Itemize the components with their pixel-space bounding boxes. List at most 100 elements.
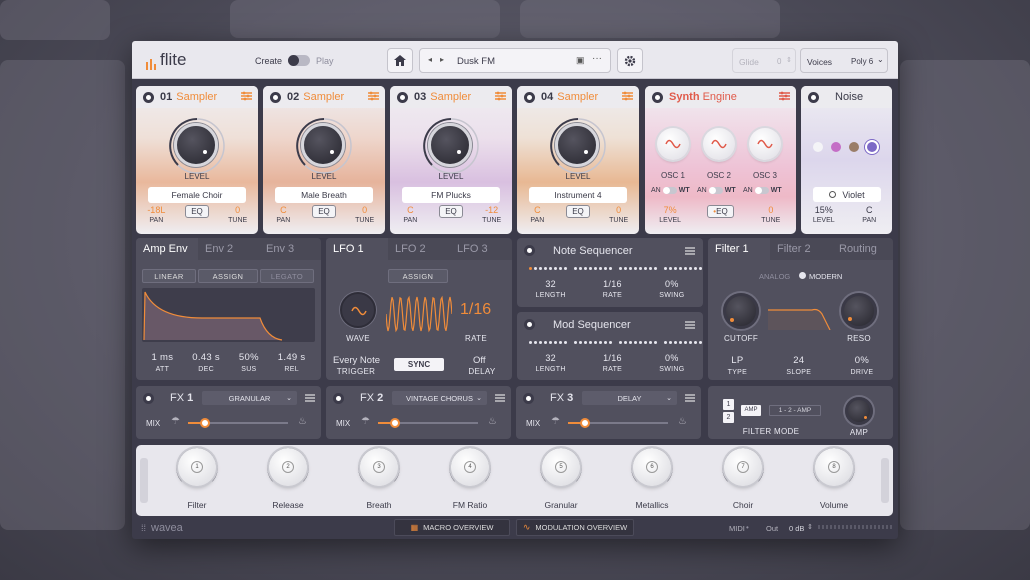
step-dot[interactable] bbox=[599, 341, 602, 344]
route-box-1[interactable]: 1 bbox=[723, 399, 734, 410]
sliders-icon[interactable] bbox=[368, 91, 379, 101]
env-param-value[interactable]: 1 ms bbox=[151, 352, 173, 363]
sample-name-box[interactable]: Male Breath bbox=[275, 187, 373, 203]
step-dot[interactable] bbox=[634, 341, 637, 344]
modern-label[interactable]: MODERN bbox=[809, 272, 842, 281]
next-preset-icon[interactable]: ▸ bbox=[440, 55, 444, 64]
mod-seq-power-button[interactable] bbox=[524, 319, 535, 330]
step-dot[interactable] bbox=[594, 267, 597, 270]
step-dot[interactable] bbox=[539, 267, 542, 270]
create-play-toggle[interactable] bbox=[288, 55, 310, 66]
env-param-value[interactable]: 50% bbox=[239, 352, 259, 363]
step-dot[interactable] bbox=[594, 341, 597, 344]
step-dot[interactable] bbox=[619, 267, 622, 270]
sliders-icon[interactable] bbox=[622, 91, 633, 101]
mix-slider-handle[interactable] bbox=[200, 418, 210, 428]
eq-button[interactable]: EQ bbox=[439, 205, 463, 218]
fx-type-select[interactable]: VINTAGE CHORUS ⌄ bbox=[392, 391, 487, 405]
step-dot[interactable] bbox=[564, 341, 567, 344]
note-seq-power-button[interactable] bbox=[524, 245, 535, 256]
step-dot[interactable] bbox=[664, 267, 667, 270]
noise-power-button[interactable] bbox=[808, 92, 819, 103]
step-dot[interactable] bbox=[604, 341, 607, 344]
lfo-assign-button[interactable]: ASSIGN bbox=[388, 269, 448, 283]
assign-button[interactable]: ASSIGN bbox=[198, 269, 258, 283]
osc-knob-3[interactable] bbox=[749, 128, 781, 160]
eq-button[interactable]: EQ bbox=[566, 205, 590, 218]
step-dot[interactable] bbox=[584, 267, 587, 270]
macro-knob-7[interactable]: 7 bbox=[724, 448, 762, 486]
save-icon[interactable]: ▣ bbox=[576, 55, 585, 66]
prev-preset-icon[interactable]: ◂ bbox=[428, 55, 432, 64]
sample-name-box[interactable]: FM Plucks bbox=[402, 187, 500, 203]
macro-overview-button[interactable]: ▦ MACRO OVERVIEW bbox=[394, 519, 510, 536]
pan-value[interactable]: -18L bbox=[147, 205, 165, 215]
noise-color-swatch-4[interactable] bbox=[867, 142, 877, 152]
step-dot[interactable] bbox=[559, 341, 562, 344]
reso-knob[interactable] bbox=[841, 293, 877, 329]
delay-value[interactable]: Off bbox=[473, 355, 486, 366]
step-dot[interactable] bbox=[579, 267, 582, 270]
synth-tune[interactable]: 0 bbox=[768, 205, 773, 215]
tune-value[interactable]: 0 bbox=[235, 205, 240, 215]
step-dot[interactable] bbox=[639, 341, 642, 344]
sliders-icon[interactable] bbox=[779, 91, 790, 101]
step-dot[interactable] bbox=[534, 341, 537, 344]
osc-knob-1[interactable] bbox=[657, 128, 689, 160]
step-dot[interactable] bbox=[699, 267, 702, 270]
macro-knob-5[interactable]: 5 bbox=[542, 448, 580, 486]
more-icon[interactable]: ··· bbox=[592, 53, 602, 64]
linear-button[interactable]: LINEAR bbox=[142, 269, 196, 283]
note-seq-rate[interactable]: 1/16 bbox=[603, 279, 622, 289]
step-dot[interactable] bbox=[624, 267, 627, 270]
voices-control[interactable]: Voices Poly 6 ⌄ bbox=[800, 48, 888, 73]
step-dot[interactable] bbox=[694, 267, 697, 270]
route-box-amp[interactable]: AMP bbox=[741, 405, 761, 416]
tab-lfo-3[interactable]: LFO 3 bbox=[450, 238, 512, 260]
step-dot[interactable] bbox=[689, 341, 692, 344]
legato-button[interactable]: LEGATO bbox=[260, 269, 314, 283]
osc-mode-switch[interactable]: AN WT bbox=[651, 187, 690, 194]
envelope-graph[interactable] bbox=[142, 288, 315, 342]
noise-color-swatch-3[interactable] bbox=[849, 142, 859, 152]
fx-type-select[interactable]: DELAY ⌄ bbox=[582, 391, 677, 405]
tune-value[interactable]: 0 bbox=[616, 205, 621, 215]
tab-filter-2[interactable]: Filter 2 bbox=[770, 238, 832, 260]
eq-button[interactable]: EQ bbox=[312, 205, 336, 218]
step-dot[interactable] bbox=[654, 341, 657, 344]
step-dot[interactable] bbox=[609, 341, 612, 344]
step-dot[interactable] bbox=[644, 341, 647, 344]
sliders-icon[interactable] bbox=[241, 91, 252, 101]
sync-button[interactable]: SYNC bbox=[394, 358, 444, 371]
step-dot[interactable] bbox=[529, 341, 532, 344]
synth-level[interactable]: 7% bbox=[664, 205, 677, 215]
osc-mode-switch[interactable]: AN WT bbox=[743, 187, 782, 194]
step-dot[interactable] bbox=[599, 267, 602, 270]
pan-value[interactable]: C bbox=[407, 205, 414, 215]
macro-knob-6[interactable]: 6 bbox=[633, 448, 671, 486]
step-dot[interactable] bbox=[554, 341, 557, 344]
step-dot[interactable] bbox=[604, 267, 607, 270]
sliders-icon[interactable] bbox=[685, 246, 695, 255]
step-dot[interactable] bbox=[664, 341, 667, 344]
step-dot[interactable] bbox=[699, 341, 702, 344]
midi-indicator[interactable]: MIDI bbox=[729, 524, 745, 533]
env-param-value[interactable]: 1.49 s bbox=[278, 352, 306, 363]
step-dot[interactable] bbox=[684, 341, 687, 344]
macro-knob-2[interactable]: 2 bbox=[269, 448, 307, 486]
synth-power-button[interactable] bbox=[652, 92, 663, 103]
macro-scroll-left[interactable] bbox=[140, 458, 148, 503]
step-dot[interactable] bbox=[574, 267, 577, 270]
tab-lfo-1[interactable]: LFO 1 bbox=[326, 238, 388, 260]
step-dot[interactable] bbox=[634, 267, 637, 270]
out-stepper-icon[interactable]: ⇕ bbox=[807, 523, 813, 531]
step-dot[interactable] bbox=[629, 341, 632, 344]
filter-mode-toggle[interactable] bbox=[799, 272, 806, 279]
layer-power-button[interactable] bbox=[143, 92, 154, 103]
osc-knob-2[interactable] bbox=[703, 128, 735, 160]
glide-control[interactable]: Glide 0 ⇕ bbox=[732, 48, 796, 73]
level-knob[interactable] bbox=[428, 123, 472, 167]
layer-power-button[interactable] bbox=[397, 92, 408, 103]
glide-stepper-icon[interactable]: ⇕ bbox=[786, 56, 792, 64]
step-dot[interactable] bbox=[559, 267, 562, 270]
